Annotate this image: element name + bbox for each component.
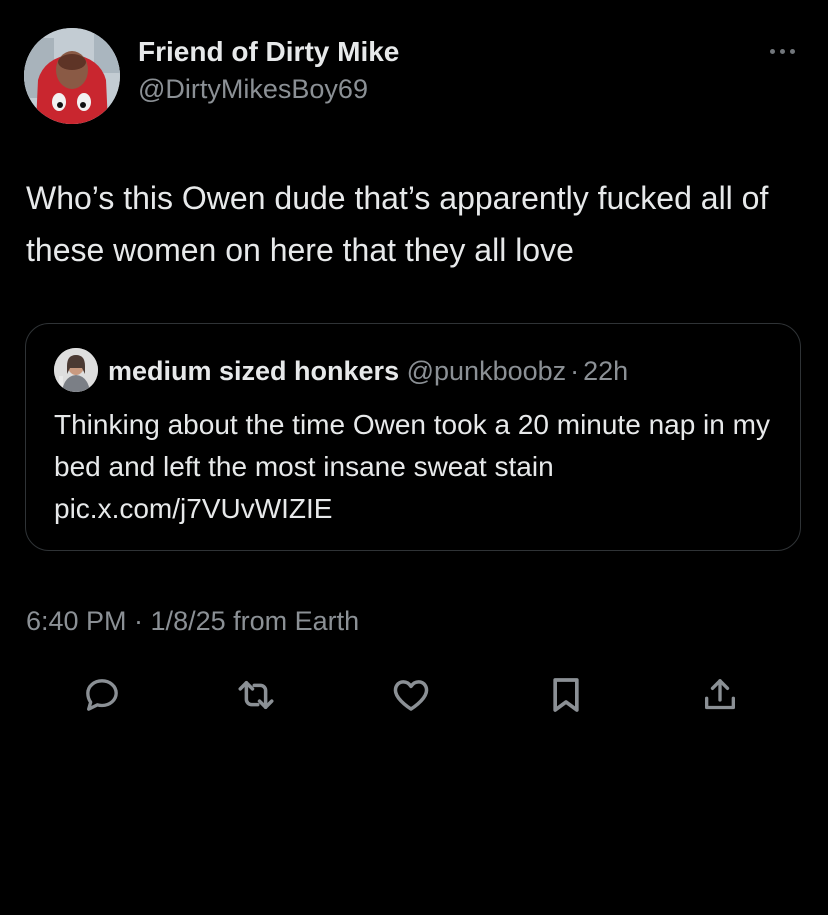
reply-icon[interactable]	[79, 672, 125, 718]
quoted-time: 22h	[583, 356, 629, 386]
quoted-tweet-card[interactable]: medium sized honkers @punkboobz · 22h Thin…	[25, 323, 801, 551]
tweet-timestamp: 6:40 PM · 1/8/25 from Earth	[26, 606, 360, 636]
tweet-text: Who’s this Owen dude that’s apparently f…	[26, 180, 769, 268]
author-info: Friend of Dirty Mike @DirtyMikesBoy69	[138, 34, 399, 106]
author-handle[interactable]: @DirtyMikesBoy69	[138, 72, 399, 106]
quoted-tweet-text: Thinking about the time Owen took a 20 m…	[54, 409, 770, 524]
quoted-tweet-header: medium sized honkers @punkboobz · 22h	[108, 352, 628, 390]
separator-dot: ·	[570, 356, 580, 386]
action-bar	[0, 672, 828, 720]
author-display-name[interactable]: Friend of Dirty Mike	[138, 34, 399, 70]
quoted-display-name[interactable]: medium sized honkers	[108, 356, 399, 386]
like-icon[interactable]	[388, 672, 434, 718]
bookmark-icon[interactable]	[543, 672, 589, 718]
more-options-icon[interactable]	[762, 38, 802, 64]
more-dot	[769, 48, 775, 54]
author-avatar[interactable]	[24, 28, 120, 124]
quoted-author-avatar	[54, 348, 98, 392]
share-icon[interactable]	[697, 672, 743, 718]
quoted-handle[interactable]: @punkboobz	[407, 356, 567, 386]
more-dot	[779, 48, 785, 54]
more-dot	[789, 48, 795, 54]
retweet-icon[interactable]	[233, 672, 279, 718]
tweet-header: Friend of Dirty Mike @DirtyMikesBoy69	[0, 0, 828, 130]
